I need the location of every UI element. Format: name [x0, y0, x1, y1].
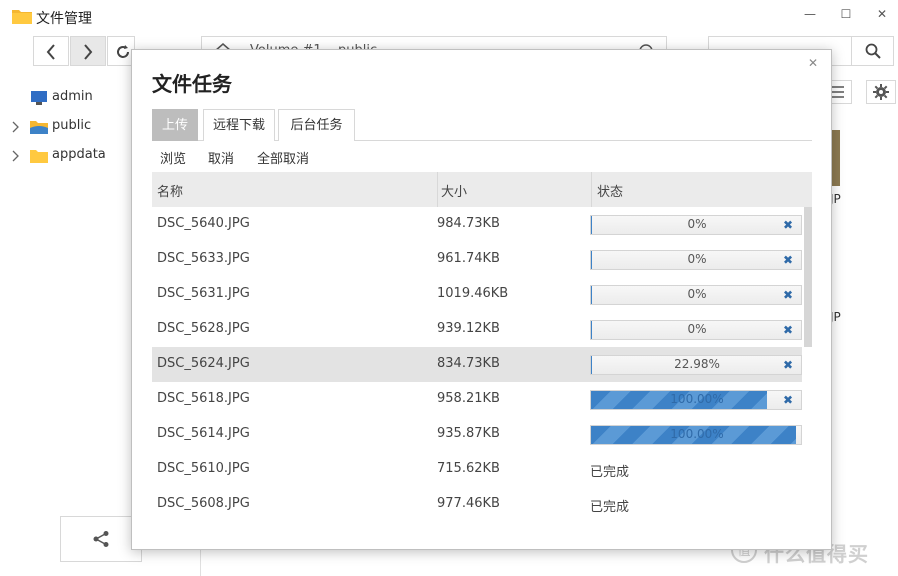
status-text: 已完成 — [590, 500, 630, 515]
progress-text: 100.00% — [670, 427, 724, 441]
column-divider[interactable] — [437, 172, 438, 207]
cancel-upload-icon[interactable]: ✖ — [783, 323, 793, 337]
file-name: DSC_5614.JPG — [157, 426, 250, 441]
folder-icon — [30, 150, 48, 163]
file-name: DSC_5628.JPG — [157, 321, 250, 336]
file-name: DSC_5610.JPG — [157, 461, 250, 476]
tab-background-tasks[interactable]: 后台任务 — [278, 109, 355, 141]
progress-bar: 0% ✖ — [590, 320, 802, 340]
cancel-upload-icon[interactable]: ✖ — [783, 358, 793, 372]
table-row[interactable]: DSC_5631.JPG 1019.46KB 0% ✖ — [152, 277, 802, 312]
file-name: DSC_5624.JPG — [157, 356, 250, 371]
computer-icon — [31, 91, 47, 105]
table-row[interactable]: DSC_5640.JPG 984.73KB 0% ✖ — [152, 207, 802, 242]
chevron-left-icon — [46, 44, 55, 60]
sidebar-item-label: appdata — [52, 147, 106, 162]
search-button[interactable] — [851, 37, 893, 65]
column-header-status[interactable]: 状态 — [597, 181, 623, 200]
tab-remote-download[interactable]: 远程下载 — [203, 109, 275, 141]
dialog-title: 文件任务 — [152, 72, 232, 96]
list-icon — [830, 86, 844, 98]
tab-bar: 上传 远程下载 后台任务 — [152, 109, 812, 141]
progress-text: 100.00% — [670, 392, 724, 406]
file-size: 961.74KB — [437, 251, 500, 266]
file-name: DSC_5640.JPG — [157, 216, 250, 231]
title-bar: 文件管理 — ☐ ✕ — [0, 0, 898, 32]
refresh-icon — [117, 45, 129, 58]
file-size: 977.46KB — [437, 496, 500, 511]
table-row[interactable]: DSC_5610.JPG 715.62KB 已完成 — [152, 452, 802, 487]
chevron-right-icon[interactable] — [10, 121, 20, 133]
chevron-right-icon — [84, 44, 93, 60]
browse-button[interactable]: 浏览 — [160, 148, 186, 167]
progress-bar: 22.98% ✖ — [590, 355, 802, 375]
progress-text: 0% — [687, 252, 707, 266]
progress-text: 0% — [687, 287, 707, 301]
window-title: 文件管理 — [36, 11, 92, 27]
column-divider[interactable] — [591, 172, 592, 207]
close-button[interactable]: ✕ — [867, 4, 897, 24]
cancel-upload-icon[interactable]: ✖ — [783, 253, 793, 267]
file-name: DSC_5618.JPG — [157, 391, 250, 406]
progress-text: 0% — [687, 217, 707, 231]
progress-bar: 100.00% — [590, 425, 802, 445]
forward-button[interactable] — [70, 36, 106, 66]
progress-text: 0% — [687, 322, 707, 336]
progress-bar: 0% ✖ — [590, 215, 802, 235]
maximize-button[interactable]: ☐ — [831, 4, 861, 24]
sidebar-item-label: public — [52, 118, 92, 133]
progress-bar: 0% ✖ — [590, 285, 802, 305]
file-name: DSC_5633.JPG — [157, 251, 250, 266]
file-size: 715.62KB — [437, 461, 500, 476]
shared-folder-icon — [30, 121, 48, 134]
cancel-upload-icon[interactable]: ✖ — [783, 393, 793, 407]
cancel-upload-icon[interactable]: ✖ — [783, 218, 793, 232]
cancel-upload-icon[interactable]: ✖ — [783, 288, 793, 302]
cancel-button[interactable]: 取消 — [208, 148, 234, 167]
share-icon — [93, 531, 109, 547]
back-button[interactable] — [33, 36, 69, 66]
progress-bar: 100.00% ✖ — [590, 390, 802, 410]
table-row[interactable]: DSC_5608.JPG 977.46KB 已完成 — [152, 487, 802, 522]
progress-bar: 0% ✖ — [590, 250, 802, 270]
search-icon — [865, 43, 881, 59]
file-size: 984.73KB — [437, 216, 500, 231]
column-header-name[interactable]: 名称 — [157, 181, 183, 200]
cancel-all-button[interactable]: 全部取消 — [257, 148, 309, 167]
table-row[interactable]: DSC_5614.JPG 935.87KB 100.00% — [152, 417, 802, 452]
folder-icon — [12, 10, 32, 24]
settings-button[interactable] — [866, 80, 896, 104]
chevron-right-icon[interactable] — [10, 150, 20, 162]
file-size: 1019.46KB — [437, 286, 509, 301]
file-name: DSC_5631.JPG — [157, 286, 250, 301]
tab-upload[interactable]: 上传 — [152, 109, 198, 141]
status-text: 已完成 — [590, 465, 630, 480]
table-row[interactable]: DSC_5618.JPG 958.21KB 100.00% ✖ — [152, 382, 802, 417]
file-thumbnail[interactable] — [832, 130, 840, 186]
minimize-button[interactable]: — — [795, 4, 825, 24]
file-size: 939.12KB — [437, 321, 500, 336]
progress-text: 22.98% — [674, 357, 720, 371]
upload-table: 名称 大小 状态 DSC_5640.JPG 984.73KB 0% ✖ DSC_5633… — [152, 172, 812, 536]
file-tasks-dialog: ✕ 文件任务 上传 远程下载 后台任务 浏览 取消 全部取消 名称 大小 状态 … — [131, 49, 832, 550]
file-name: DSC_5608.JPG — [157, 496, 250, 511]
file-size: 958.21KB — [437, 391, 500, 406]
file-size: 935.87KB — [437, 426, 500, 441]
table-row[interactable]: DSC_5633.JPG 961.74KB 0% ✖ — [152, 242, 802, 277]
table-header: 名称 大小 状态 — [152, 172, 812, 207]
scrollbar[interactable] — [804, 207, 812, 347]
file-size: 834.73KB — [437, 356, 500, 371]
table-row[interactable]: DSC_5628.JPG 939.12KB 0% ✖ — [152, 312, 802, 347]
dialog-close-button[interactable]: ✕ — [805, 56, 821, 72]
column-header-size[interactable]: 大小 — [441, 181, 467, 200]
share-button[interactable] — [60, 516, 142, 562]
gear-icon — [873, 84, 889, 100]
sidebar-item-label: admin — [52, 89, 93, 104]
table-row[interactable]: DSC_5624.JPG 834.73KB 22.98% ✖ — [152, 347, 802, 382]
